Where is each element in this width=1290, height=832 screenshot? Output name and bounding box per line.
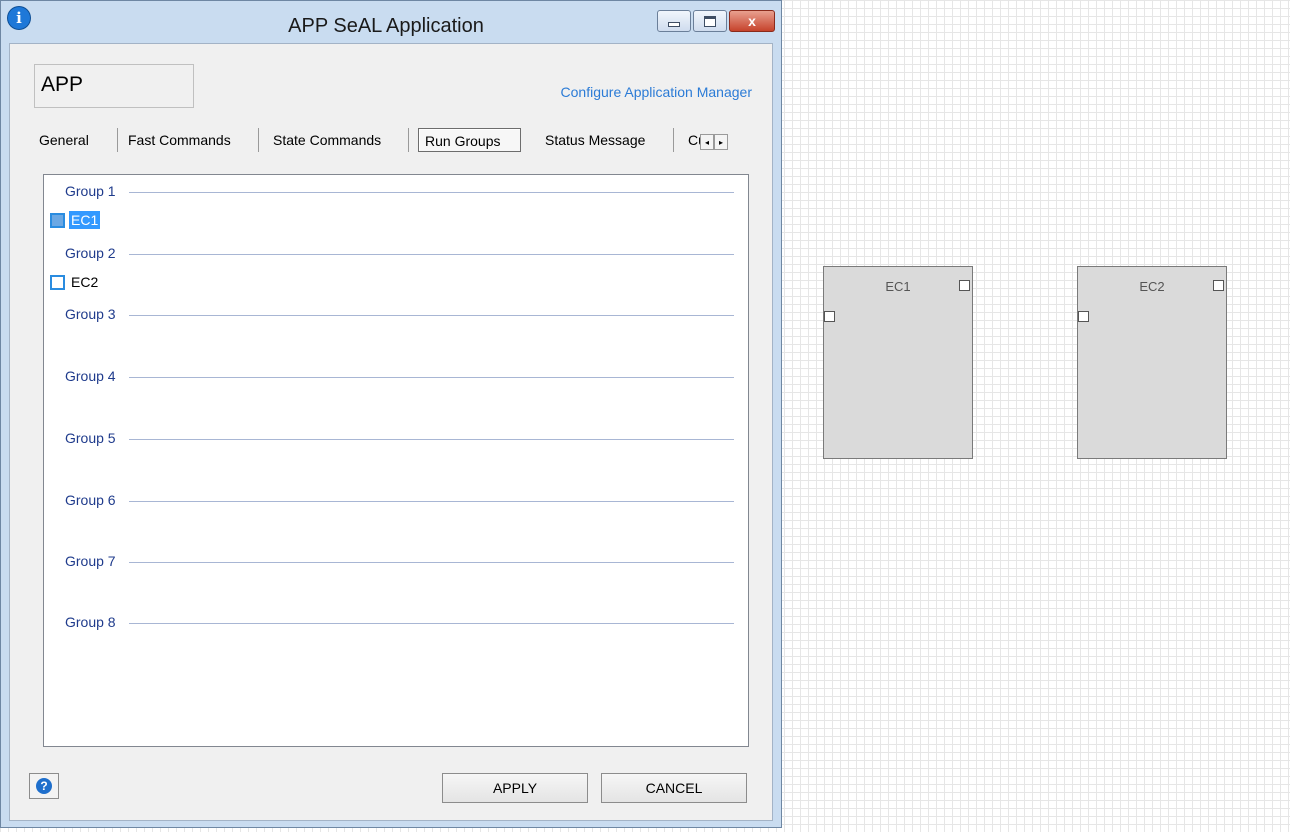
group-label: Group 6 — [65, 492, 122, 508]
group-label: Group 5 — [65, 430, 122, 446]
group-header: Group 6 — [44, 492, 734, 512]
title-bar[interactable]: i APP SeAL Application x — [1, 1, 781, 43]
tab-scroll-right-icon[interactable]: ▸ — [714, 134, 728, 150]
tab-status-message[interactable]: Status Message — [545, 128, 674, 152]
group-divider — [129, 562, 734, 563]
group-header: Group 1 — [44, 183, 734, 203]
tab-state-commands[interactable]: State Commands — [273, 128, 409, 152]
group-divider — [129, 315, 734, 316]
tab-run-groups[interactable]: Run Groups — [418, 128, 521, 152]
group-header: Group 7 — [44, 553, 734, 573]
maximize-button[interactable] — [693, 10, 727, 32]
maximize-icon — [704, 15, 716, 27]
canvas-block-ec2[interactable]: EC2 — [1077, 266, 1227, 459]
group-header: Group 5 — [44, 430, 734, 450]
apply-button[interactable]: APPLY — [442, 773, 588, 803]
block-label: EC1 — [885, 279, 911, 294]
tab-general[interactable]: General — [39, 128, 118, 152]
run-groups-panel[interactable]: Group 1 EC1 Group 2 EC2 Group 3 Group 4 … — [43, 174, 749, 747]
dialog-body: APP Configure Application Manager Genera… — [9, 43, 773, 821]
minimize-button[interactable] — [657, 10, 691, 32]
tab-scroll-left-icon[interactable]: ◂ — [700, 134, 714, 150]
app-dialog: i APP SeAL Application x APP Configure A… — [0, 0, 782, 828]
tab-fast-commands[interactable]: Fast Commands — [128, 128, 259, 152]
group-label: Group 7 — [65, 553, 122, 569]
output-port[interactable] — [959, 280, 970, 291]
cancel-button[interactable]: CANCEL — [601, 773, 747, 803]
item-label: EC1 — [69, 211, 101, 229]
output-port[interactable] — [1213, 280, 1224, 291]
window-title: APP SeAL Application — [288, 15, 484, 37]
input-port[interactable] — [824, 311, 835, 322]
group-divider — [129, 623, 734, 624]
minimize-icon — [668, 21, 680, 27]
group-divider — [129, 254, 734, 255]
item-checkbox[interactable] — [50, 274, 65, 290]
help-icon: ? — [36, 778, 52, 794]
canvas-block-ec1[interactable]: EC1 — [823, 266, 973, 459]
group-header: Group 8 — [44, 614, 734, 634]
group-divider — [129, 439, 734, 440]
group-label: Group 4 — [65, 368, 122, 384]
run-group-item-ec2[interactable]: EC2 — [50, 272, 100, 292]
group-header: Group 2 — [44, 245, 734, 265]
group-divider — [129, 192, 734, 193]
window-controls: x — [657, 10, 775, 32]
item-checkbox[interactable] — [50, 212, 65, 228]
group-header: Group 3 — [44, 306, 734, 326]
group-header: Group 4 — [44, 368, 734, 388]
group-label: Group 1 — [65, 183, 122, 199]
run-group-item-ec1[interactable]: EC1 — [50, 210, 101, 230]
group-divider — [129, 377, 734, 378]
group-label: Group 3 — [65, 306, 122, 322]
group-label: Group 2 — [65, 245, 122, 261]
group-divider — [129, 501, 734, 502]
close-button[interactable]: x — [729, 10, 775, 32]
close-icon: x — [748, 13, 756, 29]
input-port[interactable] — [1078, 311, 1089, 322]
group-label: Group 8 — [65, 614, 122, 630]
item-label: EC2 — [71, 274, 99, 290]
app-name-field[interactable]: APP — [34, 64, 194, 108]
configure-app-manager-link[interactable]: Configure Application Manager — [561, 84, 752, 100]
tab-scroll: ◂ ▸ — [700, 134, 728, 150]
block-label: EC2 — [1139, 279, 1165, 294]
help-button[interactable]: ? — [29, 773, 59, 799]
